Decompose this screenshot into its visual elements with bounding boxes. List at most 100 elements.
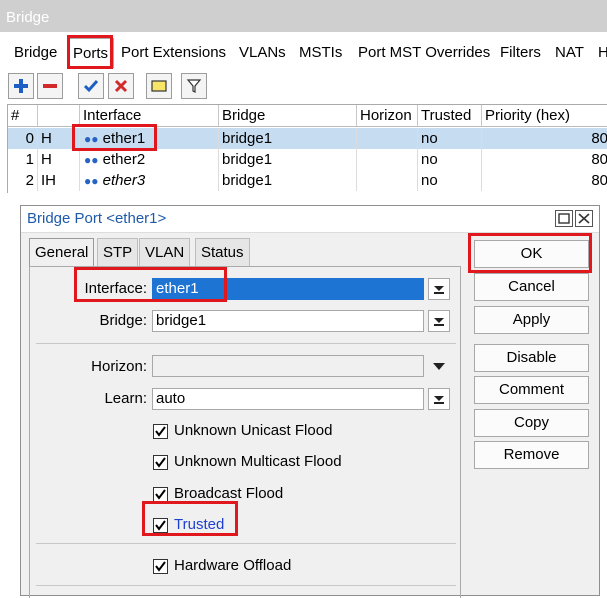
col-header-bridge[interactable]: Bridge <box>219 105 357 127</box>
unknown-multicast-flood-checkbox[interactable] <box>153 455 168 470</box>
divider <box>36 343 456 344</box>
apply-button[interactable]: Apply <box>474 306 589 334</box>
learn-dropdown-button[interactable] <box>428 388 450 410</box>
dropdown-icon <box>434 286 444 294</box>
maximize-button[interactable] <box>555 210 573 227</box>
learn-label: Learn: <box>104 390 147 407</box>
disable-button[interactable] <box>108 73 134 99</box>
disable-button[interactable]: Disable <box>474 344 589 372</box>
row-horizon <box>357 170 418 191</box>
unknown-unicast-flood-label: Unknown Unicast Flood <box>174 422 333 439</box>
tab-nat[interactable]: NAT <box>550 38 589 68</box>
row-priority: 80 <box>591 151 607 168</box>
row-priority: 80 <box>591 130 607 147</box>
bridge-label: Bridge: <box>99 312 147 329</box>
check-icon <box>155 457 166 468</box>
interface-highlight <box>74 267 227 302</box>
row-horizon <box>357 149 418 170</box>
divider <box>36 585 456 586</box>
tab-general[interactable]: General <box>29 238 95 268</box>
row-flags: IH <box>38 170 80 191</box>
add-button[interactable] <box>8 73 34 99</box>
chevron-down-icon <box>433 363 445 370</box>
row-horizon <box>357 128 418 149</box>
comment-icon <box>151 80 167 92</box>
broadcast-flood-checkbox[interactable] <box>153 487 168 502</box>
col-header-horizon[interactable]: Horizon <box>357 105 418 127</box>
tab-h[interactable]: H <box>593 38 607 68</box>
row-trusted: no <box>418 149 482 170</box>
window-title: Bridge <box>0 0 607 32</box>
hardware-offload-checkbox[interactable] <box>153 559 168 574</box>
general-panel: Interface: ether1 Bridge: bridge1 Horizo… <box>29 266 461 598</box>
row-trusted: no <box>418 128 482 149</box>
row-num: 0 <box>8 128 38 149</box>
col-header-num[interactable]: # <box>8 105 38 127</box>
users-icon: ●● <box>84 174 99 188</box>
divider <box>36 543 456 544</box>
x-icon <box>114 79 128 93</box>
trusted-highlight <box>142 501 238 536</box>
filter-icon <box>186 79 202 93</box>
filter-button[interactable] <box>181 73 207 99</box>
hardware-offload-label: Hardware Offload <box>174 557 292 574</box>
tab-stp[interactable]: STP <box>97 238 139 266</box>
copy-button[interactable]: Copy <box>474 409 589 437</box>
close-icon <box>578 213 590 224</box>
bridge-dropdown-button[interactable] <box>428 310 450 332</box>
tab-port-extensions[interactable]: Port Extensions <box>116 38 231 68</box>
tab-filters[interactable]: Filters <box>495 38 546 68</box>
horizon-dropdown-button[interactable] <box>428 355 450 377</box>
check-icon <box>155 489 166 500</box>
learn-select[interactable]: auto <box>152 388 424 410</box>
close-button[interactable] <box>575 210 593 227</box>
dropdown-icon <box>434 318 444 326</box>
check-icon <box>155 426 166 437</box>
unknown-unicast-flood-checkbox[interactable] <box>153 424 168 439</box>
interface-name: ether2 <box>102 151 146 168</box>
dialog-title: Bridge Port <ether1> <box>27 210 167 227</box>
interface-name: ether3 <box>102 172 146 189</box>
comment-button[interactable]: Comment <box>474 376 589 404</box>
col-header-priority[interactable]: Priority (hex) <box>482 105 607 127</box>
row-bridge: bridge1 <box>219 128 357 149</box>
row-bridge: bridge1 <box>219 170 357 191</box>
dropdown-icon <box>434 396 444 404</box>
ether1-highlight <box>72 124 157 151</box>
users-icon: ●● <box>84 153 99 167</box>
tab-bridge[interactable]: Bridge <box>9 38 62 68</box>
row-num: 1 <box>8 149 38 170</box>
row-interface: ●● ether3 <box>80 170 219 191</box>
enable-button[interactable] <box>78 73 104 99</box>
unknown-multicast-flood-label: Unknown Multicast Flood <box>174 453 342 470</box>
tab-port-mst-overrides[interactable]: Port MST Overrides <box>353 38 495 68</box>
horizon-label: Horizon: <box>91 358 147 375</box>
interface-dropdown-button[interactable] <box>428 278 450 300</box>
table-row[interactable]: 2 IH ●● ether3 bridge1 no 80 <box>8 170 607 191</box>
ports-tab-highlight <box>67 35 113 69</box>
row-interface: ●● ether2 <box>80 149 219 170</box>
cancel-button[interactable]: Cancel <box>474 273 589 301</box>
tab-vlans[interactable]: VLANs <box>234 38 291 68</box>
dialog-titlebar: Bridge Port <ether1> <box>21 206 599 233</box>
broadcast-flood-label: Broadcast Flood <box>174 485 284 502</box>
remove-button[interactable] <box>37 73 63 99</box>
row-num: 2 <box>8 170 38 191</box>
tab-vlan[interactable]: VLAN <box>139 238 191 266</box>
check-icon <box>155 561 166 572</box>
ok-highlight <box>468 233 592 273</box>
table-row[interactable]: 1 H ●● ether2 bridge1 no 80 <box>8 149 607 170</box>
check-icon <box>83 80 99 93</box>
comment-button[interactable] <box>146 73 172 99</box>
row-priority: 80 <box>591 172 607 189</box>
plus-icon <box>14 79 28 93</box>
horizon-field[interactable] <box>152 355 424 377</box>
remove-button[interactable]: Remove <box>474 441 589 469</box>
minus-icon <box>43 84 57 88</box>
col-header-trusted[interactable]: Trusted <box>418 105 482 127</box>
tab-status[interactable]: Status <box>195 238 250 266</box>
maximize-icon <box>558 213 570 224</box>
row-trusted: no <box>418 170 482 191</box>
bridge-select[interactable]: bridge1 <box>152 310 424 332</box>
tab-mstis[interactable]: MSTIs <box>294 38 347 68</box>
